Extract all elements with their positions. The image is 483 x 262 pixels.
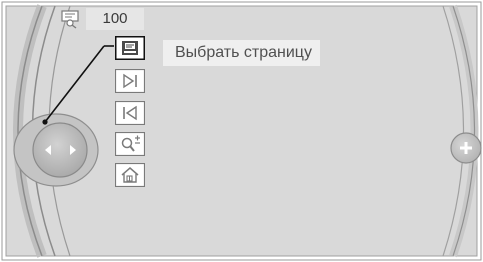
navigation-screen: 100 Выбрать страницу — [0, 0, 483, 262]
zoom-icon — [115, 132, 145, 156]
zoom-level-value: 100 — [86, 8, 144, 30]
page-select-icon — [115, 36, 145, 60]
skip-forward-button[interactable] — [115, 69, 145, 93]
plus-icon[interactable] — [456, 138, 476, 158]
page-select-button[interactable] — [115, 36, 145, 60]
zoom-level-icon — [61, 10, 79, 29]
skip-back-icon — [115, 101, 145, 125]
zoom-button[interactable] — [115, 132, 145, 156]
arrow-left-icon[interactable] — [42, 143, 54, 157]
skip-back-button[interactable] — [115, 101, 145, 125]
skip-forward-icon — [115, 69, 145, 93]
home-button[interactable] — [115, 163, 145, 187]
home-icon — [115, 163, 145, 187]
tooltip-label: Выбрать страницу — [163, 40, 320, 66]
arrow-right-icon[interactable] — [67, 143, 79, 157]
